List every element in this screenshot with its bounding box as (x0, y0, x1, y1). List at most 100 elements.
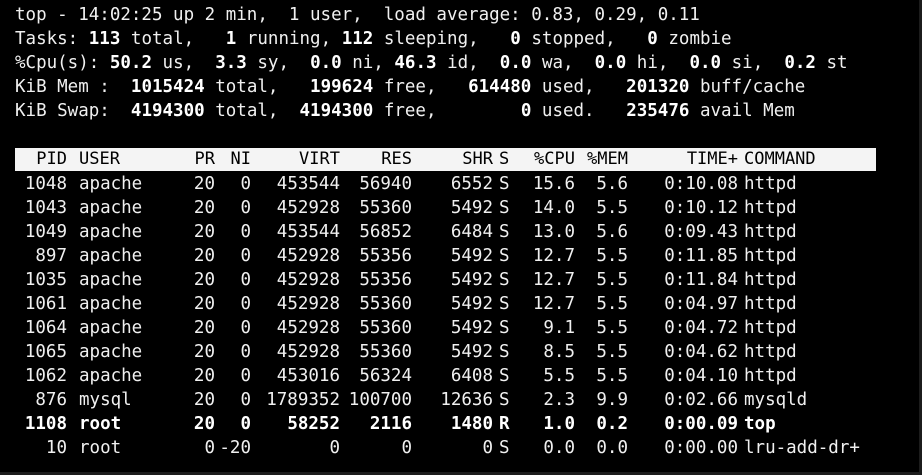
process-state: S (499, 222, 510, 242)
process-row[interactable]: 1048 apache 20 0 453544 56940 6552 S 15.6 5.6 0:10… (15, 172, 876, 196)
col-res[interactable]: RES (342, 148, 412, 171)
col-shr[interactable]: SHR (415, 148, 493, 171)
process-res: 56852 (359, 222, 412, 242)
process-time: 0:10.08 (664, 174, 738, 194)
process-row[interactable]: 897 apache 20 0 452928 55356 5492 S 12.7 5.5 0:11.… (15, 244, 876, 268)
col-command[interactable]: COMMAND (744, 148, 876, 171)
process-shr: 5492 (450, 294, 493, 314)
col-pid[interactable]: PID (15, 148, 67, 171)
cpu-sy-label: sy, (257, 53, 289, 73)
process-user: apache (79, 294, 143, 314)
process-res: 100700 (348, 390, 412, 410)
process-mem: 5.5 (596, 270, 628, 290)
tasks-running: 1 (225, 29, 237, 49)
process-cpu: 12.7 (532, 294, 575, 314)
process-pid: 1049 (24, 222, 67, 242)
process-res: 55360 (359, 294, 412, 314)
process-mem: 5.5 (596, 246, 628, 266)
process-priority: 20 (193, 294, 215, 314)
process-cpu: 12.7 (532, 246, 575, 266)
process-res: 56940 (359, 174, 412, 194)
terminal-window[interactable]: top - 14:02:25 up 2 min, 1 user, load av… (0, 0, 922, 475)
tasks-zombie: 0 (647, 29, 658, 49)
process-row[interactable]: 1108 root 20 0 58252 2116 1480 R 1.0 0.2 0:00.09 to… (15, 412, 876, 436)
process-shr: 5492 (450, 318, 493, 338)
process-user: mysql (79, 390, 132, 410)
process-priority: 20 (193, 414, 215, 434)
cpu-us-label: us, (162, 53, 195, 73)
process-command: httpd (744, 318, 797, 338)
col-cpu[interactable]: %CPU (520, 148, 575, 171)
process-nice: 0 (240, 294, 251, 314)
process-pid: 876 (35, 390, 67, 410)
process-nice: 0 (240, 342, 251, 362)
mem-free: 199624 (310, 77, 374, 97)
cpu-st-label: st (826, 53, 848, 73)
process-shr: 12636 (440, 390, 493, 410)
process-pid: 1108 (24, 414, 67, 434)
process-pid: 1065 (24, 342, 67, 362)
col-user[interactable]: USER (79, 148, 169, 171)
col-time[interactable]: TIME+ (630, 148, 738, 171)
process-row[interactable]: 1064 apache 20 0 452928 55360 5492 S 9.1 5.5 0:04.… (15, 316, 876, 340)
mem-label: KiB Mem : (15, 77, 110, 97)
cpu-line: %Cpu(s): 50.2 us, 3.3 sy, 0.0 ni, 46.3 i… (15, 51, 848, 75)
process-priority: 20 (193, 318, 215, 338)
process-state: R (499, 414, 510, 434)
swap-used: 0 (520, 101, 532, 121)
process-row[interactable]: 1049 apache 20 0 453544 56852 6484 S 13.0 5.6 0:09… (15, 220, 876, 244)
process-res: 55360 (359, 198, 412, 218)
process-priority: 20 (193, 174, 215, 194)
process-mem: 5.5 (596, 342, 628, 362)
tasks-running-label: running, (246, 29, 332, 49)
process-shr: 5492 (450, 270, 493, 290)
process-nice: 0 (240, 366, 251, 386)
process-mem: 5.6 (596, 174, 628, 194)
cpu-wa: 0.0 (499, 53, 532, 73)
process-shr: 5492 (450, 246, 493, 266)
col-state[interactable]: S (499, 148, 515, 171)
process-time: 0:10.12 (664, 198, 738, 218)
col-virt[interactable]: VIRT (255, 148, 340, 171)
process-mem: 5.5 (596, 318, 628, 338)
process-command: top (744, 414, 776, 434)
process-table-header[interactable]: PID USER PR NI VIRT RES SHR S %CPU %MEM … (15, 148, 876, 171)
process-row[interactable]: 1043 apache 20 0 452928 55360 5492 S 14.0 5.5 0:10… (15, 196, 876, 220)
process-virt: 1789352 (266, 390, 340, 410)
process-row[interactable]: 1065 apache 20 0 452928 55360 5492 S 8.5 5.5 0:04.… (15, 340, 876, 364)
tasks-sleeping-label: sleeping, (383, 29, 479, 49)
col-ni[interactable]: NI (217, 148, 251, 171)
process-time: 0:11.84 (664, 270, 738, 290)
process-state: S (499, 342, 510, 362)
process-mem: 5.5 (596, 294, 628, 314)
process-virt: 453016 (276, 366, 340, 386)
process-virt: 453544 (276, 174, 340, 194)
process-priority: 20 (193, 270, 215, 290)
cpu-label: %Cpu(s): (15, 53, 100, 73)
col-pr[interactable]: PR (175, 148, 215, 171)
cpu-si: 0.0 (689, 53, 722, 73)
mem-total-label: total, (215, 77, 279, 97)
mem-used: 614480 (468, 77, 532, 97)
process-row[interactable]: 10 root 0 -20 0 0 0 S 0.0 0.0 0:00.00 lru-add-dr+ (15, 436, 876, 460)
process-row[interactable]: 1062 apache 20 0 453016 56324 6408 S 5.5 5.5 0:04.… (15, 364, 876, 388)
process-time: 0:04.62 (664, 342, 738, 362)
swap-used-label: used. (541, 101, 595, 121)
process-row[interactable]: 1035 apache 20 0 452928 55356 5492 S 12.7 5.5 0:11… (15, 268, 876, 292)
process-mem: 0.0 (596, 438, 628, 458)
process-virt: 452928 (276, 342, 340, 362)
process-mem: 0.2 (596, 414, 628, 434)
col-mem[interactable]: %MEM (580, 148, 628, 171)
tasks-label: Tasks: (15, 29, 79, 49)
process-row[interactable]: 876 mysql 20 0 1789352 100700 12636 S 2.3 9.9 0:02… (15, 388, 876, 412)
process-res: 55360 (359, 318, 412, 338)
process-user: apache (79, 198, 143, 218)
process-shr: 5492 (450, 198, 493, 218)
process-command: lru-add-dr+ (744, 438, 860, 458)
mem-free-label: free, (383, 77, 437, 97)
process-command: mysqld (744, 390, 808, 410)
process-cpu: 0.0 (543, 438, 575, 458)
process-shr: 6408 (450, 366, 493, 386)
process-priority: 20 (193, 390, 215, 410)
process-row[interactable]: 1061 apache 20 0 452928 55360 5492 S 12.7 5.5 0:04… (15, 292, 876, 316)
